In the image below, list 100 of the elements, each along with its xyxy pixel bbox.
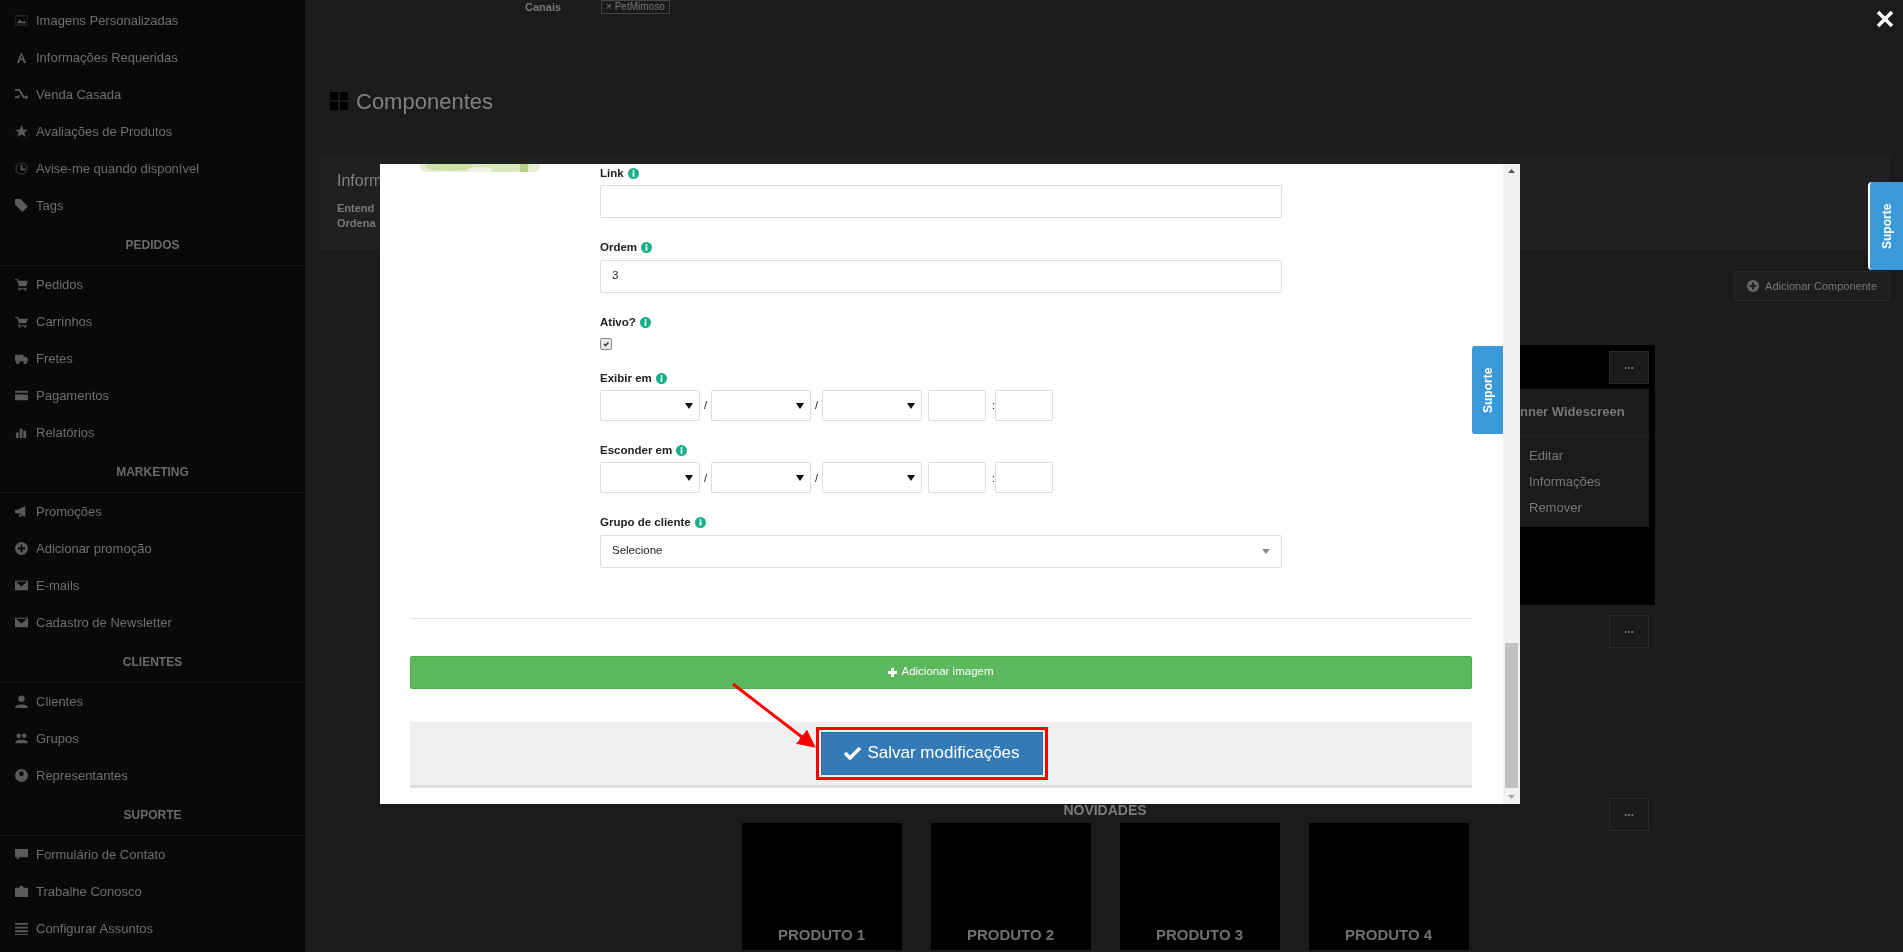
plus-icon — [888, 667, 898, 677]
user-icon — [15, 695, 28, 708]
truck-icon — [15, 352, 28, 365]
sidebar-item[interactable]: Pagamentos — [0, 377, 305, 414]
section-heading: MARKETING — [0, 451, 305, 493]
caret-icon — [796, 474, 804, 481]
scroll-thumb[interactable] — [1505, 643, 1518, 788]
user-circle-icon — [15, 769, 28, 782]
channel-tag[interactable]: × PetMimoso — [601, 0, 670, 14]
users-icon — [15, 732, 28, 745]
sidebar-item[interactable]: Grupos — [0, 720, 305, 757]
sidebar-item[interactable]: Clientes — [0, 683, 305, 720]
info-icon — [641, 242, 653, 254]
briefcase-icon — [15, 885, 28, 898]
sidebar-item[interactable]: Representantes — [0, 757, 305, 794]
time-field[interactable] — [928, 462, 986, 494]
more-button[interactable]: ... — [1609, 798, 1649, 831]
select-field[interactable] — [711, 462, 811, 494]
section-title: NOVIDADES — [1062, 801, 1148, 820]
menu-item[interactable]: Informações — [1529, 468, 1649, 495]
page-title: Componentes — [356, 87, 493, 116]
sidebar-item[interactable]: Avise-me quando disponível — [0, 150, 305, 187]
sidebar-item[interactable]: Promoções — [0, 493, 305, 530]
envelope-icon — [15, 616, 28, 629]
caret-icon — [685, 474, 693, 481]
sidebar-item[interactable]: Adicionar promoção — [0, 530, 305, 567]
sidebar-item[interactable]: Relatórios — [0, 414, 305, 451]
caret-icon — [907, 474, 915, 481]
caret-icon — [907, 402, 915, 409]
section-heading: PEDIDOS — [0, 224, 305, 266]
info-text: Ordena — [337, 216, 376, 231]
clock-icon — [15, 162, 28, 175]
sidebar-item[interactable]: Avaliações de Produtos — [0, 113, 305, 150]
check-icon — [844, 746, 862, 760]
plus-circle-icon — [15, 542, 28, 555]
sidebar-item[interactable]: Venda Casada — [0, 76, 305, 113]
more-button[interactable]: ... — [1609, 615, 1649, 648]
separator: / — [702, 398, 709, 414]
close-icon[interactable] — [1876, 10, 1894, 28]
time-field[interactable] — [928, 390, 986, 421]
sidebar-item[interactable]: Pedidos — [0, 266, 305, 303]
sidebar-item[interactable]: Informações Requeridas — [0, 39, 305, 76]
down-arrow-icon — [1508, 795, 1515, 799]
scrollbar[interactable] — [1503, 164, 1520, 804]
star-icon — [15, 125, 28, 138]
select-field[interactable] — [711, 390, 811, 421]
tag-icon — [15, 199, 28, 212]
list-icon — [15, 922, 28, 935]
sidebar-item[interactable]: Tags — [0, 187, 305, 224]
input-field[interactable]: 3 — [600, 259, 1282, 293]
section-heading: SUPORTE — [0, 794, 305, 836]
info-icon — [655, 372, 667, 384]
product-tile[interactable]: PRODUTO 2 — [930, 823, 1091, 950]
sidebar-item[interactable]: Imagens Personalizadas — [0, 2, 305, 39]
time-field[interactable] — [995, 462, 1054, 494]
select-field[interactable] — [822, 462, 922, 494]
product-tile[interactable]: PRODUTO 3 — [1119, 823, 1280, 950]
more-button[interactable]: ... — [1609, 351, 1649, 384]
sidebar-item[interactable]: Fretes — [0, 340, 305, 377]
separator: / — [813, 398, 820, 414]
field-label: Exibir em — [600, 370, 652, 386]
add-component-button[interactable]: Adicionar Componente — [1734, 271, 1890, 301]
cart-icon — [15, 278, 28, 291]
section-heading: CLIENTES — [0, 641, 305, 683]
save-button[interactable]: Salvar modificações — [821, 731, 1043, 775]
letter-icon — [15, 51, 28, 64]
sidebar-item[interactable]: Configurar Assuntos — [0, 910, 305, 947]
support-tab[interactable]: Suporte — [1868, 182, 1903, 270]
comment-icon — [15, 848, 28, 861]
cart-icon — [15, 315, 28, 328]
megaphone-icon — [15, 505, 28, 518]
field-label: Link — [600, 166, 624, 181]
select-field[interactable] — [822, 390, 922, 421]
select-field[interactable] — [600, 462, 700, 494]
menu-item[interactable]: Remover — [1529, 494, 1649, 521]
caret-icon — [1262, 548, 1270, 554]
product-tile[interactable]: PRODUTO 4 — [1308, 823, 1469, 950]
select-field[interactable] — [600, 390, 700, 421]
menu-item[interactable]: Editar — [1529, 442, 1649, 469]
product-tile[interactable]: PRODUTO 1 — [741, 823, 902, 950]
sidebar-item[interactable]: Formulário de Contato — [0, 836, 305, 873]
field-label: Ordem — [600, 240, 638, 256]
checkbox[interactable] — [600, 337, 612, 350]
image-icon — [15, 14, 28, 27]
separator: : — [992, 470, 996, 486]
up-arrow-icon — [1508, 169, 1515, 173]
sidebar-item[interactable]: E-mails — [0, 567, 305, 604]
time-field[interactable] — [995, 390, 1054, 421]
add-image-button[interactable]: Adicionar imagem — [410, 655, 1472, 689]
support-tab[interactable]: Suporte — [1470, 346, 1503, 434]
separator: / — [813, 470, 820, 486]
shuffle-icon — [15, 88, 28, 101]
input-field[interactable] — [600, 185, 1282, 219]
select-field[interactable]: Selecione — [600, 534, 1282, 568]
sidebar-item[interactable]: Carrinhos — [0, 303, 305, 340]
info-icon — [676, 445, 688, 457]
sidebar-item[interactable]: Trabalhe Conosco — [0, 873, 305, 910]
sidebar-item[interactable]: Cadastro de Newsletter — [0, 604, 305, 641]
card-icon — [15, 389, 28, 402]
separator: / — [702, 470, 709, 486]
